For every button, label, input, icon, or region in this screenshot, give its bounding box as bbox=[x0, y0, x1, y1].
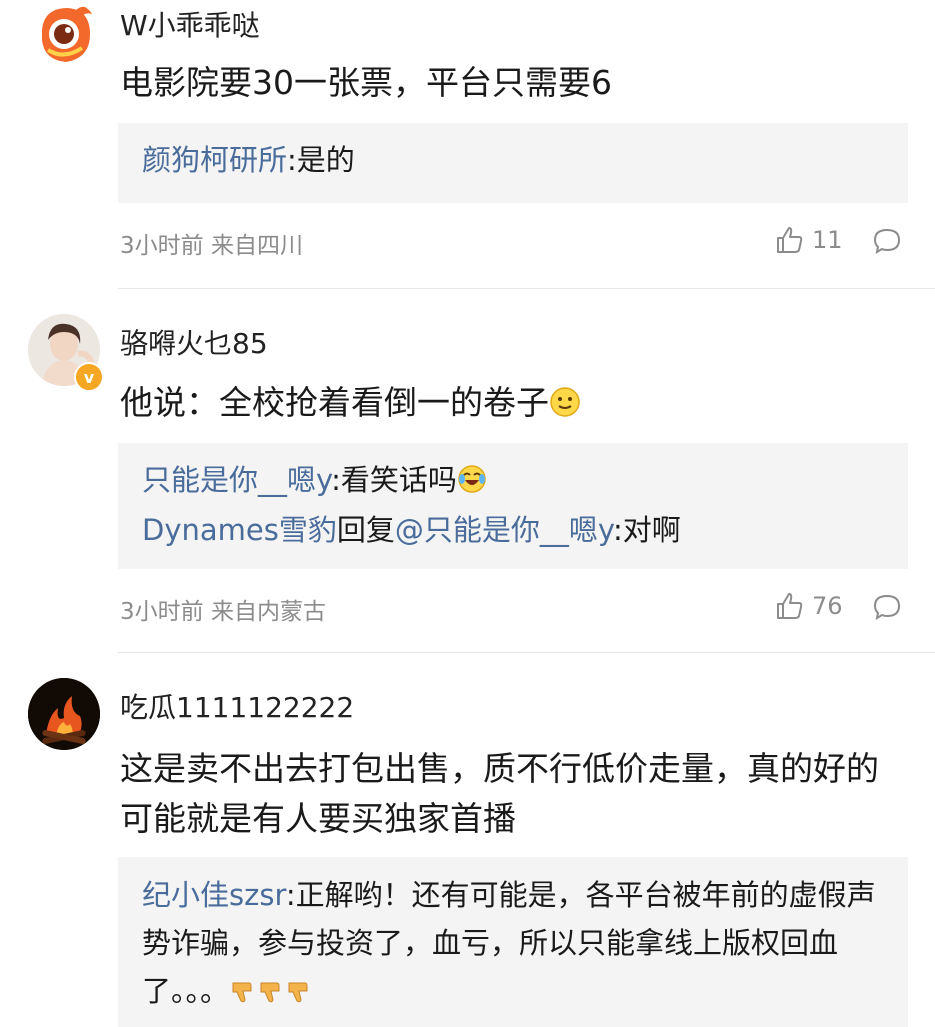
reply-box[interactable]: 颜狗柯研所:是的 bbox=[118, 123, 908, 203]
reply-box[interactable]: 纪小佳szsr:正解哟！还有可能是，各平台被年前的虚假声势诈骗，参与投资了，血亏… bbox=[118, 857, 908, 1027]
like-button[interactable]: 76 bbox=[774, 591, 843, 621]
comment-bubble-icon bbox=[873, 228, 901, 255]
comment-bubble-icon bbox=[873, 594, 901, 621]
comment-meta: 3小时前 来自内蒙古 bbox=[120, 599, 326, 625]
campfire-photo-avatar bbox=[28, 678, 100, 750]
reply-line: 纪小佳szsr:正解哟！还有可能是，各平台被年前的虚假声势诈骗，参与投资了，血亏… bbox=[142, 871, 884, 1019]
reply-box[interactable]: 只能是你__嗯y:看笑话吗 Dynames雪豹回复@只能是你__嗯y:对啊 bbox=[118, 443, 908, 569]
laugh-cry-emoji-icon bbox=[457, 461, 487, 507]
comment-text-body: 他说：全校抢着看倒一的卷子 bbox=[120, 383, 549, 422]
comment-username[interactable]: 吃瓜1111122222 bbox=[120, 686, 354, 726]
reply-text: :是的 bbox=[287, 143, 355, 177]
like-count: 11 bbox=[812, 226, 843, 254]
comment-meta: 3小时前 来自四川 bbox=[120, 233, 303, 259]
reply-line: Dynames雪豹回复@只能是你__嗯y:对啊 bbox=[142, 507, 884, 553]
reply-text: :对啊 bbox=[612, 513, 681, 547]
reply-author-link[interactable]: 颜狗柯研所 bbox=[142, 143, 287, 177]
thumbs-up-icon bbox=[777, 227, 803, 253]
like-button[interactable]: 11 bbox=[774, 225, 843, 255]
verified-badge-icon: v bbox=[74, 362, 104, 392]
weibo-mascot-avatar bbox=[28, 0, 100, 72]
reply-author-link[interactable]: Dynames雪豹 bbox=[142, 513, 337, 547]
reply-keyword: 回复 bbox=[336, 513, 395, 547]
smile-emoji-icon bbox=[549, 382, 581, 432]
avatar[interactable] bbox=[28, 0, 100, 72]
comment-username[interactable]: 骆嘚火乜85 bbox=[120, 322, 268, 362]
reply-author-link[interactable]: 只能是你__嗯y bbox=[142, 463, 331, 497]
avatar[interactable] bbox=[28, 678, 100, 750]
reply-text: :看笑话吗 bbox=[331, 463, 457, 497]
thumbs-up-icon bbox=[777, 593, 803, 619]
reply-button[interactable] bbox=[872, 226, 902, 260]
reply-author-link[interactable]: 纪小佳szsr bbox=[142, 878, 286, 912]
divider bbox=[118, 652, 935, 653]
reply-line: 只能是你__嗯y:看笑话吗 bbox=[142, 457, 884, 507]
divider bbox=[118, 288, 935, 289]
comment-text: 电影院要30一张票，平台只需要6 bbox=[120, 63, 612, 102]
comment-username[interactable]: W小乖乖哒 bbox=[120, 4, 260, 44]
reply-button[interactable] bbox=[872, 592, 902, 626]
thumbs-down-emoji-icon bbox=[229, 971, 313, 1019]
reply-line: 颜狗柯研所:是的 bbox=[142, 137, 884, 183]
like-count: 76 bbox=[812, 592, 843, 620]
reply-mention-link[interactable]: @只能是你__嗯y bbox=[395, 513, 613, 547]
comment-text: 这是卖不出去打包出售，质不行低价走量，真的好的可能就是有人要买独家首播 bbox=[120, 749, 879, 838]
comment-text: 他说：全校抢着看倒一的卷子 bbox=[120, 378, 890, 432]
